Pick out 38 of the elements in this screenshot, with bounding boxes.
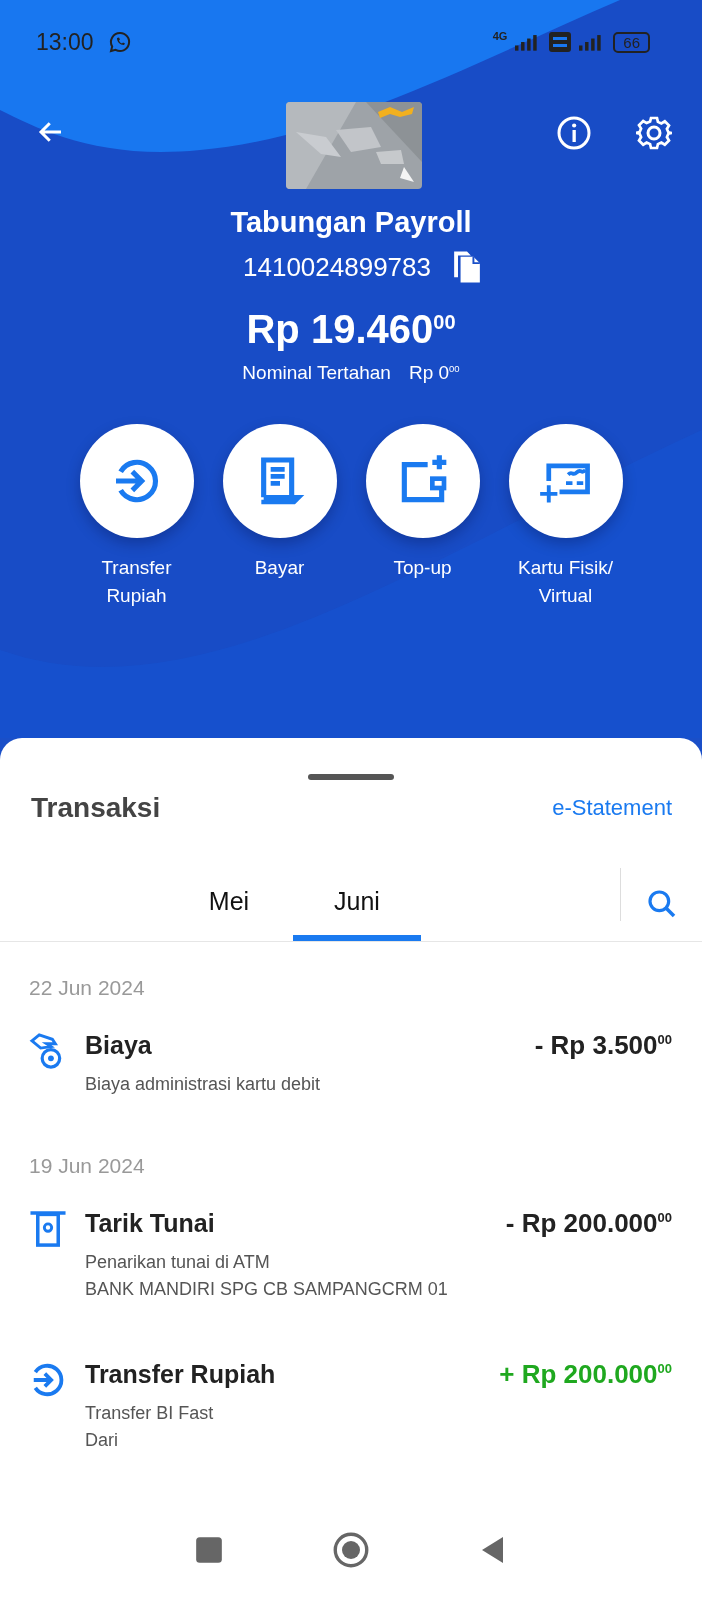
account-number: 1410024899783 — [243, 251, 431, 283]
transaction-detail: Penarikan tunai di ATM — [85, 1251, 271, 1274]
e-statement-link[interactable]: e-Statement — [552, 794, 672, 821]
transaction-title[interactable]: Transfer Rupiah — [85, 1360, 276, 1389]
date-heading: 22 Jun 2024 — [29, 976, 146, 1000]
action-label: Top-up — [392, 556, 453, 580]
action-label: Bayar — [253, 556, 306, 580]
info-icon[interactable] — [556, 115, 592, 151]
volte-badge-icon — [549, 32, 572, 52]
network-type: 4G — [492, 30, 508, 42]
transaction-detail: Dari — [85, 1429, 119, 1452]
drag-handle[interactable] — [308, 774, 394, 780]
section-title: Transaksi — [31, 791, 161, 824]
chat-bubble-icon — [107, 30, 132, 54]
transaction-amount: - Rp 200.000$^{00}$ — [505, 1208, 672, 1239]
transaction-title[interactable]: Tarik Tunai — [85, 1209, 215, 1238]
month-tab[interactable]: Mei — [165, 867, 293, 941]
held-label: Nominal Tertahan — [242, 362, 391, 384]
action-label: Transfer Rupiah — [100, 556, 173, 608]
transaction-detail: Transfer BI Fast — [85, 1402, 215, 1425]
account-name: Tabungan Payroll — [230, 206, 472, 239]
transaction-detail: BANK MANDIRI SPG CB SAMPANGCRM 01 — [85, 1278, 449, 1301]
transaction-amount: + Rp 200.000$^{00}$ — [499, 1359, 672, 1390]
month-tab[interactable]: Juni — [293, 867, 421, 941]
balance-amount: Rp 19.460$^{00}$ — [246, 307, 456, 352]
atm-icon — [29, 1210, 67, 1248]
home-icon[interactable] — [333, 1532, 369, 1568]
recents-icon[interactable] — [195, 1536, 223, 1564]
settings-icon[interactable] — [636, 115, 672, 151]
battery-level: 66 — [613, 31, 650, 53]
transaction-title[interactable]: Biaya — [85, 1031, 152, 1060]
transaction-detail: Biaya administrasi kartu debit — [85, 1073, 322, 1096]
transaction-amount: - Rp 3.500$^{00}$ — [534, 1030, 672, 1061]
held-amount: Rp 0$^{00}$ — [408, 362, 460, 384]
date-heading: 19 Jun 2024 — [29, 1154, 146, 1178]
action-label: Kartu Fisik/ Virtual — [517, 556, 614, 608]
clock-time: 13:00 — [36, 28, 94, 56]
copy-icon[interactable] — [451, 249, 483, 285]
